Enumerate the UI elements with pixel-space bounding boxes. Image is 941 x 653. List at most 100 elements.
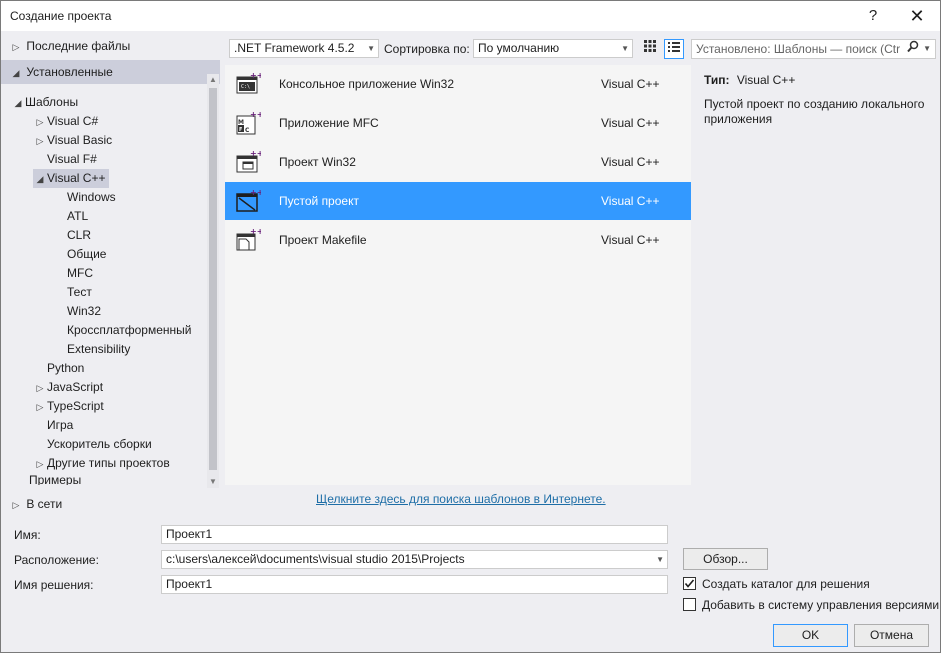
tree-installed-label: Установленные (26, 65, 113, 79)
tree-item-win32[interactable]: Win32 (67, 302, 101, 321)
tree-item-label: Ускоритель сборки (47, 437, 152, 451)
template-description: Пустой проект по созданию локального при… (704, 97, 925, 126)
template-language: Visual C++ (601, 194, 660, 208)
tree-item-clr[interactable]: CLR (67, 226, 91, 245)
tree-item-label: Visual F# (47, 152, 97, 166)
template-item-empty-project[interactable]: ++ Пустой проект Visual C++ (225, 182, 691, 220)
template-item-console-app[interactable]: C:\ ++ Консольное приложение Win32 Visua… (225, 65, 691, 103)
small-icons-view-button[interactable] (640, 39, 660, 59)
solution-name-input[interactable]: Проект1 (161, 575, 668, 594)
tree-item-mfc[interactable]: MFC (67, 264, 93, 283)
expand-arrow-icon: ▷ (12, 42, 20, 52)
location-input[interactable]: c:\users\алексей\documents\visual studio… (161, 550, 668, 569)
list-icon (668, 42, 680, 52)
tree-item-label: TypeScript (47, 399, 104, 413)
tree-item-visual-csharp[interactable]: ▷ Visual C# (33, 112, 99, 131)
svg-text:M: M (238, 119, 244, 126)
tree-item-python[interactable]: Python (33, 359, 84, 378)
tree-online[interactable]: ▷ В сети (1, 492, 220, 516)
create-directory-label[interactable]: Создать каталог для решения (702, 577, 870, 591)
tree-item-visual-cpp[interactable]: ◢ Visual C++ (33, 169, 110, 188)
tree-item-typescript[interactable]: ▷ TypeScript (33, 397, 104, 416)
grid-icon (644, 40, 656, 52)
location-value: c:\users\алексей\documents\visual studio… (166, 552, 465, 566)
create-directory-checkbox[interactable] (683, 577, 696, 590)
project-name-input[interactable]: Проект1 (161, 525, 668, 544)
framework-dropdown[interactable]: .NET Framework 4.5.2 ▼ (229, 39, 379, 58)
tree-item-label: Python (47, 361, 85, 375)
collapse-arrow-icon: ◢ (14, 98, 22, 108)
template-type: Тип: Visual C++ (704, 73, 795, 87)
tree-recent[interactable]: ▷ Последние файлы (1, 34, 220, 58)
tree-item-visual-fsharp[interactable]: Visual F# (33, 150, 97, 169)
template-search-input[interactable]: Установлено: Шаблоны — поиск (Ctr ▼ (691, 39, 936, 59)
search-icon[interactable] (907, 40, 919, 58)
template-item-makefile-project[interactable]: ++ Проект Makefile Visual C++ (225, 221, 691, 259)
tree-templates[interactable]: ◢ Шаблоны (11, 93, 79, 112)
online-templates-link[interactable]: Щелкните здесь для поиска шаблонов в Инт… (316, 492, 606, 506)
tree-item-label: Visual Basic (47, 133, 113, 147)
tree-item-game[interactable]: Игра (33, 416, 73, 435)
svg-text:C: C (245, 127, 250, 134)
tree-item-cross-platform[interactable]: Кроссплатформенный (67, 321, 191, 340)
list-view-button[interactable] (664, 39, 684, 59)
expand-arrow-icon: ▷ (36, 136, 44, 146)
scroll-down-icon[interactable]: ▼ (207, 476, 219, 488)
add-source-control-label[interactable]: Добавить в систему управления версиями (702, 598, 939, 612)
template-language: Visual C++ (601, 233, 660, 247)
tree-item-extensibility[interactable]: Extensibility (67, 340, 130, 359)
console-app-icon: C:\ ++ (236, 71, 261, 94)
tree-item-label: Другие типы проектов (47, 456, 170, 470)
template-type-label: Тип: (704, 73, 730, 87)
name-label: Имя: (14, 528, 41, 542)
template-name: Проект Makefile (279, 233, 367, 247)
expand-arrow-icon: ▷ (36, 117, 44, 127)
chevron-down-icon[interactable]: ▼ (923, 40, 931, 58)
scroll-thumb[interactable] (209, 88, 217, 470)
sort-value: По умолчанию (478, 41, 560, 55)
browse-button[interactable]: Обзор... (683, 548, 768, 570)
new-project-dialog: Создание проекта ? ✕ ▷ Последние файлы ◢… (0, 0, 941, 653)
template-item-win32-project[interactable]: ++ Проект Win32 Visual C++ (225, 143, 691, 181)
chevron-down-icon[interactable]: ▼ (656, 551, 664, 568)
project-name-value: Проект1 (166, 527, 213, 541)
tree-scrollbar[interactable]: ▲ ▼ (207, 74, 219, 488)
help-button[interactable]: ? (859, 5, 887, 27)
sort-label: Сортировка по: (384, 42, 470, 56)
svg-text:++: ++ (250, 149, 261, 158)
tree-item-label: Игра (47, 418, 74, 432)
expand-arrow-icon: ▷ (36, 383, 44, 393)
tree-item-atl[interactable]: ATL (67, 207, 88, 226)
scroll-up-icon[interactable]: ▲ (207, 74, 219, 86)
close-button[interactable]: ✕ (903, 5, 931, 27)
tree-templates-label: Шаблоны (25, 95, 79, 109)
search-placeholder: Установлено: Шаблоны — поиск (Ctr (696, 42, 901, 56)
sort-dropdown[interactable]: По умолчанию ▼ (473, 39, 633, 58)
tree-item-general[interactable]: Общие (67, 245, 106, 264)
tree-item-javascript[interactable]: ▷ JavaScript (33, 378, 104, 397)
svg-text:C:\: C:\ (241, 84, 250, 90)
template-name: Консольное приложение Win32 (279, 77, 455, 91)
tree-item-label: Visual C# (47, 114, 99, 128)
template-item-mfc-app[interactable]: M F C ++ Приложение MFC Visual C++ (225, 104, 691, 142)
template-language: Visual C++ (601, 116, 660, 130)
win32-project-icon: ++ (236, 149, 261, 173)
add-source-control-checkbox[interactable] (683, 598, 696, 611)
collapse-arrow-icon: ◢ (12, 68, 20, 78)
tree-item-samples[interactable]: Примеры (29, 473, 81, 485)
tree-item-test[interactable]: Тест (67, 283, 92, 302)
tree-item-windows[interactable]: Windows (67, 188, 116, 207)
ok-button[interactable]: OK (773, 624, 848, 647)
location-label: Расположение: (14, 553, 99, 567)
cancel-button[interactable]: Отмена (854, 624, 929, 647)
title-bar: Создание проекта ? ✕ (1, 1, 940, 31)
template-list: C:\ ++ Консольное приложение Win32 Visua… (225, 65, 691, 485)
framework-value: .NET Framework 4.5.2 (234, 41, 355, 55)
tree-item-build-accelerator[interactable]: Ускоритель сборки (33, 435, 152, 454)
tree-installed[interactable]: ◢ Установленные (1, 60, 220, 84)
template-language: Visual C++ (601, 155, 660, 169)
svg-text:++: ++ (250, 71, 261, 80)
tree-item-visual-basic[interactable]: ▷ Visual Basic (33, 131, 113, 150)
expand-arrow-icon: ▷ (36, 402, 44, 412)
tree-item-other-project-types[interactable]: ▷ Другие типы проектов (33, 454, 170, 473)
